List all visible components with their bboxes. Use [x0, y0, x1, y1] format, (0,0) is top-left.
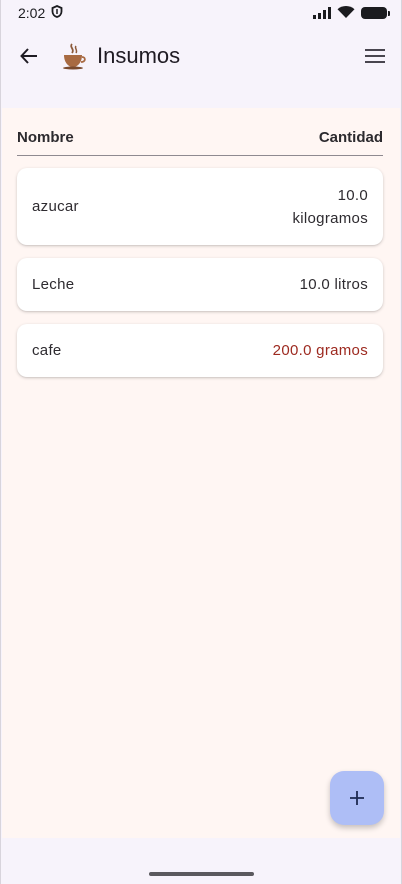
supply-row-leche[interactable]: Leche 10.0 litros — [17, 258, 383, 311]
supply-row-azucar[interactable]: azucar 10.0 kilogramos — [17, 168, 383, 245]
gesture-nav-handle[interactable] — [149, 872, 254, 876]
page-title: Insumos — [97, 43, 181, 68]
coffee-cup-icon — [59, 41, 89, 71]
supply-name: azucar — [32, 198, 79, 215]
status-bar: 2:02 — [1, 0, 401, 26]
status-left: 2:02 — [18, 5, 63, 21]
supply-list: azucar 10.0 kilogramos Leche 10.0 litros… — [17, 168, 383, 390]
wifi-icon — [337, 5, 355, 22]
menu-button[interactable] — [361, 42, 389, 70]
hamburger-menu-icon — [365, 49, 385, 63]
plus-icon — [350, 791, 364, 805]
supply-quantity-low-stock: 200.0 gramos — [272, 342, 368, 359]
supply-quantity: 10.0 kilogramos — [292, 186, 368, 227]
phone-screen: 2:02 Insumos Nombre Cantidad azucar 10.0… — [0, 0, 402, 884]
app-bar: Insumos — [1, 30, 401, 82]
back-button[interactable] — [15, 42, 43, 70]
column-header-name: Nombre — [17, 129, 74, 146]
table-header: Nombre Cantidad — [17, 126, 383, 156]
content-area: Nombre Cantidad azucar 10.0 kilogramos L… — [2, 108, 400, 838]
add-supply-button[interactable] — [330, 771, 384, 825]
supply-name: cafe — [32, 342, 62, 359]
status-right — [313, 5, 390, 22]
signal-icon — [313, 7, 331, 19]
battery-icon — [361, 7, 390, 19]
supply-quantity: 10.0 litros — [299, 276, 368, 293]
status-time: 2:02 — [18, 5, 46, 21]
column-header-quantity: Cantidad — [318, 129, 383, 146]
shield-icon — [51, 5, 63, 21]
supply-row-cafe[interactable]: cafe 200.0 gramos — [17, 324, 383, 377]
supply-name: Leche — [32, 276, 75, 293]
arrow-back-icon — [20, 48, 37, 64]
